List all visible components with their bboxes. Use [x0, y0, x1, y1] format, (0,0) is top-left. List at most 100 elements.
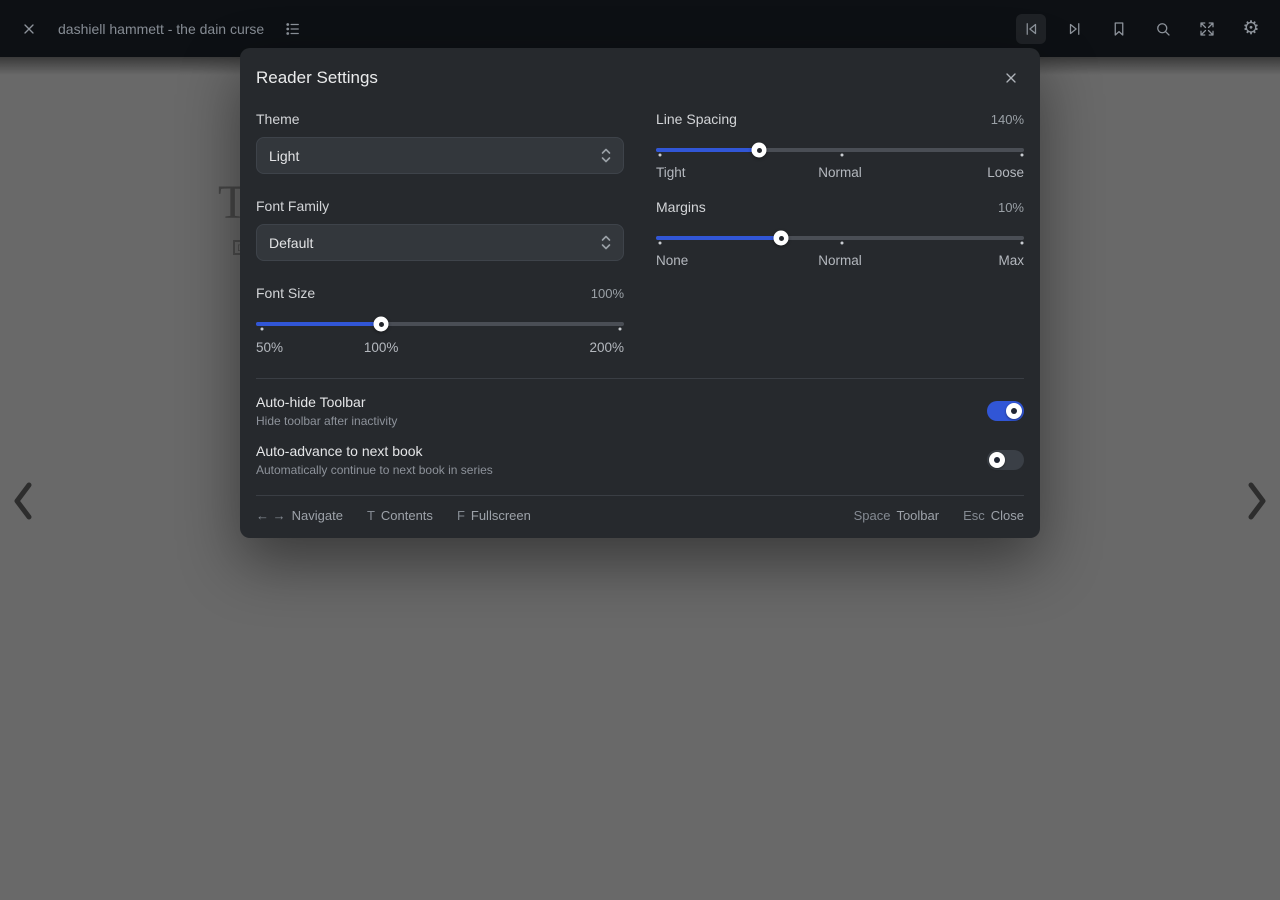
- fullscreen-button[interactable]: [1192, 14, 1222, 44]
- shortcut-navigate: ← → Navigate: [256, 508, 343, 523]
- scale-max-label: Max: [998, 253, 1024, 268]
- slider-fill: [656, 148, 759, 152]
- font-family-select-value: Default: [269, 235, 313, 251]
- line-spacing-scale-labels: Tight Normal Loose: [656, 165, 1024, 183]
- shortcut-contents: T Contents: [367, 508, 433, 523]
- close-book-button[interactable]: [14, 14, 44, 44]
- modal-title: Reader Settings: [256, 68, 378, 88]
- toggle-knob: [1006, 403, 1022, 419]
- skip-next-button[interactable]: [1060, 14, 1090, 44]
- contents-button[interactable]: [278, 14, 308, 44]
- settings-left-column: Theme Light Font Family Default Font Siz…: [256, 111, 624, 358]
- slider-tick: [840, 242, 843, 245]
- bookmark-button[interactable]: [1104, 14, 1134, 44]
- slider-fill: [656, 236, 781, 240]
- shortcut-label: Close: [991, 508, 1024, 523]
- select-chevrons-icon: [601, 235, 611, 250]
- reader-settings-modal: Reader Settings Theme Light Font Family …: [240, 48, 1040, 538]
- shortcut-label: Contents: [381, 508, 433, 523]
- close-icon: [21, 21, 37, 37]
- auto-advance-subtitle: Automatically continue to next book in s…: [256, 463, 493, 477]
- scale-max-label: 200%: [589, 340, 624, 355]
- auto-hide-toolbar-text: Auto-hide Toolbar Hide toolbar after ina…: [256, 394, 397, 428]
- auto-advance-toggle[interactable]: [987, 450, 1024, 470]
- scale-mid-label: 100%: [364, 340, 399, 355]
- shortcut-key: ← →: [256, 508, 286, 523]
- scale-mid-label: Normal: [818, 165, 862, 180]
- close-icon: [1003, 70, 1019, 86]
- shortcut-fullscreen: F Fullscreen: [457, 508, 531, 523]
- modal-footer: ← → Navigate T Contents F Fullscreen Spa…: [240, 496, 1040, 538]
- search-icon: [1154, 20, 1172, 38]
- gear-icon: ⚙: [1242, 19, 1259, 38]
- slider-fill: [256, 322, 381, 326]
- select-chevrons-icon: [601, 148, 611, 163]
- font-size-value: 100%: [591, 286, 624, 301]
- line-spacing-slider[interactable]: [656, 143, 1024, 157]
- auto-advance-text: Auto-advance to next book Automatically …: [256, 443, 493, 477]
- font-size-label: Font Size: [256, 285, 315, 301]
- auto-hide-toolbar-toggle[interactable]: [987, 401, 1024, 421]
- toolbar-right: ⚙: [1016, 14, 1266, 44]
- shortcuts-right: Space Toolbar Esc Close: [854, 508, 1024, 523]
- fullscreen-icon: [1198, 20, 1216, 38]
- shortcut-key: Space: [854, 508, 891, 523]
- slider-track: [656, 236, 1024, 240]
- margins-slider-thumb[interactable]: [774, 231, 789, 246]
- divider: [256, 378, 1024, 379]
- theme-select-value: Light: [269, 148, 299, 164]
- shortcuts-left: ← → Navigate T Contents F Fullscreen: [256, 508, 531, 523]
- slider-tick: [658, 154, 661, 157]
- slider-tick: [658, 242, 661, 245]
- font-size-slider-thumb[interactable]: [374, 317, 389, 332]
- font-family-label: Font Family: [256, 198, 624, 214]
- settings-button[interactable]: ⚙: [1236, 14, 1266, 44]
- slider-track: [256, 322, 624, 326]
- bookmark-icon: [1110, 20, 1128, 38]
- font-size-scale-labels: 50% 100% 200%: [256, 340, 624, 358]
- modal-header: Reader Settings: [240, 48, 1040, 91]
- line-spacing-slider-thumb[interactable]: [752, 143, 767, 158]
- slider-track: [656, 148, 1024, 152]
- slider-tick: [1021, 242, 1024, 245]
- line-spacing-value: 140%: [991, 112, 1024, 127]
- modal-close-button[interactable]: [998, 65, 1024, 91]
- margins-slider[interactable]: [656, 231, 1024, 245]
- auto-advance-title: Auto-advance to next book: [256, 443, 493, 459]
- theme-select[interactable]: Light: [256, 137, 624, 174]
- settings-right-column: Line Spacing 140% Tight Normal Loose Mar…: [656, 111, 1024, 358]
- skip-previous-button[interactable]: [1016, 14, 1046, 44]
- shortcut-key: F: [457, 508, 465, 523]
- shortcut-label: Navigate: [292, 508, 343, 523]
- scale-mid-label: Normal: [818, 253, 862, 268]
- margins-scale-labels: None Normal Max: [656, 253, 1024, 271]
- line-spacing-header: Line Spacing 140%: [656, 111, 1024, 127]
- font-size-slider[interactable]: [256, 317, 624, 331]
- font-size-header: Font Size 100%: [256, 285, 624, 301]
- scale-min-label: Tight: [656, 165, 686, 180]
- shortcut-label: Toolbar: [896, 508, 939, 523]
- toggle-knob: [989, 452, 1005, 468]
- slider-tick: [260, 328, 263, 331]
- skip-next-icon: [1066, 20, 1084, 38]
- auto-hide-toolbar-subtitle: Hide toolbar after inactivity: [256, 414, 397, 428]
- shortcut-close: Esc Close: [963, 508, 1024, 523]
- contents-list-icon: [284, 20, 302, 38]
- scale-min-label: None: [656, 253, 688, 268]
- auto-hide-toolbar-row: Auto-hide Toolbar Hide toolbar after ina…: [240, 394, 1040, 428]
- margins-label: Margins: [656, 199, 706, 215]
- font-family-select[interactable]: Default: [256, 224, 624, 261]
- auto-hide-toolbar-title: Auto-hide Toolbar: [256, 394, 397, 410]
- scale-min-label: 50%: [256, 340, 283, 355]
- book-title: dashiell hammett - the dain curse: [58, 21, 264, 37]
- skip-previous-icon: [1022, 20, 1040, 38]
- shortcut-key: T: [367, 508, 375, 523]
- search-button[interactable]: [1148, 14, 1178, 44]
- slider-tick: [840, 154, 843, 157]
- settings-grid: Theme Light Font Family Default Font Siz…: [240, 91, 1040, 358]
- shortcut-key: Esc: [963, 508, 985, 523]
- theme-label: Theme: [256, 111, 624, 127]
- toolbar-left: dashiell hammett - the dain curse: [14, 14, 308, 44]
- slider-tick: [619, 328, 622, 331]
- shortcut-toolbar: Space Toolbar: [854, 508, 940, 523]
